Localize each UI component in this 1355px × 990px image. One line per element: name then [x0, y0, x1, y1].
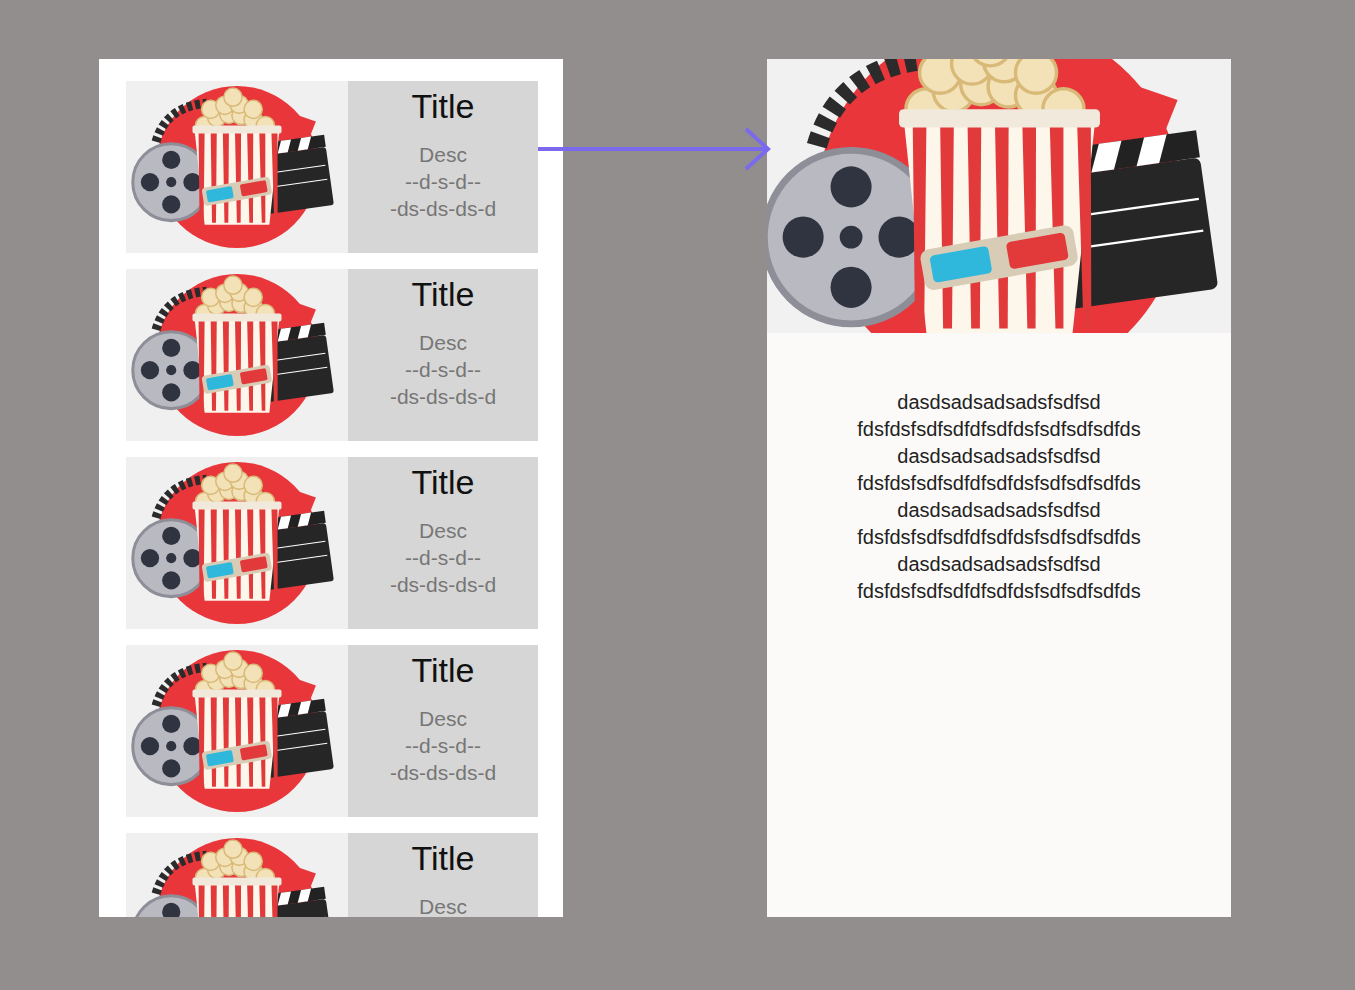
desc-line: Desc	[390, 705, 496, 732]
card-desc: Desc--d-s-d---ds-ds-ds-d	[390, 517, 496, 598]
popcorn-icon	[126, 457, 348, 629]
card-title: Title	[412, 837, 475, 879]
detail-line: fdsfdsfsdfsdfdfsdfdsfsdfsdfsdfds	[777, 578, 1221, 605]
desc-line: -ds-ds-ds-d	[390, 759, 496, 786]
desc-line: --d-s-d--	[390, 544, 496, 571]
list-screen: TitleDesc--d-s-d---ds-ds-ds-dTitleDesc--…	[99, 59, 563, 917]
desc-line: Desc	[390, 517, 496, 544]
card-image	[126, 81, 348, 253]
card-text: Title Desc--d-s-d---ds-ds-ds-d	[348, 269, 538, 441]
card-image	[126, 645, 348, 817]
movie-card[interactable]: Title Desc--d-s-d---ds-ds-ds-d	[126, 81, 538, 253]
card-image	[126, 833, 348, 917]
popcorn-icon	[126, 81, 348, 253]
detail-line: dasdsadsadsadsfsdfsd	[777, 389, 1221, 416]
card-title: Title	[412, 461, 475, 503]
popcorn-icon	[126, 269, 348, 441]
card-image	[126, 269, 348, 441]
movie-card[interactable]: Title Desc	[126, 833, 538, 917]
movie-card[interactable]: Title Desc--d-s-d---ds-ds-ds-d	[126, 645, 538, 817]
desc-line: --d-s-d--	[390, 168, 496, 195]
popcorn-icon	[126, 833, 348, 917]
detail-line: fdsfdsfsdfsdfdfsdfdsfsdfsdfsdfds	[777, 416, 1221, 443]
card-text: Title Desc--d-s-d---ds-ds-ds-d	[348, 81, 538, 253]
detail-line: dasdsadsadsadsfsdfsd	[777, 551, 1221, 578]
desc-line: -ds-ds-ds-d	[390, 571, 496, 598]
card-text: Title Desc--d-s-d---ds-ds-ds-d	[348, 645, 538, 817]
desc-line: Desc	[419, 893, 467, 917]
card-image	[126, 457, 348, 629]
detail-text: dasdsadsadsadsfsdfsdfdsfdsfsdfsdfdfsdfds…	[767, 333, 1231, 605]
detail-line: fdsfdsfsdfsdfdfsdfdsfsdfsdfsdfds	[777, 524, 1221, 551]
desc-line: --d-s-d--	[390, 356, 496, 383]
desc-line: Desc	[390, 141, 496, 168]
desc-line: -ds-ds-ds-d	[390, 383, 496, 410]
card-title: Title	[412, 85, 475, 127]
card-title: Title	[412, 273, 475, 315]
detail-line: fdsfdsfsdfsdfdfsdfdsfsdfsdfsdfds	[777, 470, 1221, 497]
card-desc: Desc--d-s-d---ds-ds-ds-d	[390, 705, 496, 786]
card-text: Title Desc--d-s-d---ds-ds-ds-d	[348, 457, 538, 629]
desc-line: --d-s-d--	[390, 732, 496, 759]
card-desc: Desc	[419, 893, 467, 917]
card-desc: Desc--d-s-d---ds-ds-ds-d	[390, 329, 496, 410]
popcorn-icon	[126, 645, 348, 817]
movie-card[interactable]: Title Desc--d-s-d---ds-ds-ds-d	[126, 457, 538, 629]
desc-line: Desc	[390, 329, 496, 356]
movie-card[interactable]: Title Desc--d-s-d---ds-ds-ds-d	[126, 269, 538, 441]
desc-line: -ds-ds-ds-d	[390, 195, 496, 222]
flow-arrow-icon	[536, 126, 776, 172]
popcorn-icon	[767, 59, 1231, 333]
hero-image	[767, 59, 1231, 333]
detail-screen: dasdsadsadsadsfsdfsdfdsfdsfsdfsdfdfsdfds…	[767, 59, 1231, 917]
card-text: Title Desc	[348, 833, 538, 917]
card-title: Title	[412, 649, 475, 691]
detail-line: dasdsadsadsadsfsdfsd	[777, 497, 1221, 524]
detail-line: dasdsadsadsadsfsdfsd	[777, 443, 1221, 470]
card-desc: Desc--d-s-d---ds-ds-ds-d	[390, 141, 496, 222]
